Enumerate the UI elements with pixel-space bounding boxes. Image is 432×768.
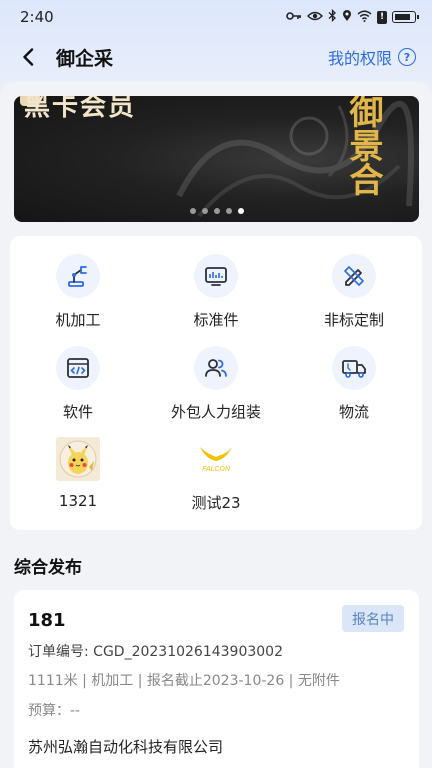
- category-software[interactable]: 软件: [23, 346, 133, 432]
- carousel-dot[interactable]: [202, 208, 208, 214]
- key-icon: [286, 10, 302, 24]
- category-standard-parts[interactable]: 标准件: [161, 254, 271, 340]
- location-icon: [342, 9, 352, 25]
- carousel-dot[interactable]: [214, 208, 220, 214]
- order-title: 181: [28, 610, 66, 631]
- carousel-dot[interactable]: [226, 208, 232, 214]
- monitor-icon: [194, 254, 238, 298]
- code-window-icon: [56, 346, 100, 390]
- category-label: 标准件: [193, 311, 239, 329]
- banner-left-text: 黑卡会员: [24, 96, 137, 122]
- section-title: 综合发布: [14, 558, 82, 578]
- category-custom[interactable]: 非标定制: [299, 254, 409, 340]
- robot-arm-icon: [56, 254, 100, 298]
- falcon-logo: FALCON: [194, 437, 238, 481]
- battery-icon: [392, 11, 419, 23]
- nav-left: 御企采: [18, 44, 113, 71]
- category-label: 外包人力组装: [170, 403, 261, 421]
- bluetooth-icon: [328, 8, 337, 25]
- category-grid: 机加工 标准件 非标定制 软件 外包人力组装 物流 1321 FALCON 测试…: [10, 236, 422, 530]
- pencil-ruler-icon: [332, 254, 376, 298]
- page-title: 御企采: [56, 47, 114, 70]
- eye-icon: [307, 10, 323, 24]
- truck-icon: [332, 346, 376, 390]
- category-test23[interactable]: FALCON 测试23: [161, 437, 271, 523]
- promo-banner[interactable]: 黑卡会员 御景合: [14, 96, 419, 222]
- order-number: 订单编号: CGD_20231026143903002: [28, 644, 283, 660]
- category-label: 非标定制: [323, 311, 384, 329]
- nav-bar: 御企采 我的权限 ?: [0, 34, 432, 80]
- order-card[interactable]: 181 报名中 订单编号: CGD_20231026143903002 1111…: [14, 590, 419, 768]
- status-icons: !: [286, 8, 419, 25]
- my-permissions-label: 我的权限: [327, 49, 392, 68]
- category-label: 测试23: [191, 494, 241, 512]
- alert-icon: !: [377, 10, 387, 24]
- category-label: 机加工: [55, 311, 101, 329]
- people-icon: [194, 346, 238, 390]
- status-badge: 报名中: [342, 605, 404, 632]
- status-bar: 2:40 !: [0, 0, 432, 34]
- category-logistics[interactable]: 物流: [299, 346, 409, 432]
- category-label: 软件: [62, 403, 93, 421]
- wifi-icon: [357, 10, 372, 25]
- category-1321[interactable]: 1321: [23, 437, 133, 523]
- carousel-dot[interactable]: [190, 208, 196, 214]
- order-meta: 1111米 | 机加工 | 报名截止2023-10-26 | 无附件: [28, 673, 340, 689]
- carousel-dots: [190, 208, 244, 214]
- back-button[interactable]: [18, 47, 38, 67]
- category-machining[interactable]: 机加工: [23, 254, 133, 340]
- content-sheet: 黑卡会员 御景合 机加工 标准件 非标定制 软件 外包人力组装 物流 1321 …: [0, 82, 432, 768]
- pikachu-thumbnail: [56, 437, 100, 481]
- category-label: 物流: [338, 403, 369, 421]
- carousel-dot-active[interactable]: [238, 208, 244, 214]
- category-label: 1321: [58, 492, 98, 510]
- order-company: 苏州弘瀚自动化科技有限公司: [28, 738, 224, 756]
- chevron-left-icon: [23, 48, 34, 66]
- svg-text:FALCON: FALCON: [202, 466, 231, 473]
- my-permissions-button[interactable]: 我的权限 ?: [328, 45, 416, 69]
- status-time: 2:40: [20, 8, 54, 26]
- order-budget: 预算：--: [28, 703, 81, 719]
- help-icon[interactable]: ?: [398, 48, 416, 66]
- category-outsourcing[interactable]: 外包人力组装: [161, 346, 271, 432]
- banner-calligraphy: 御景合: [343, 96, 383, 196]
